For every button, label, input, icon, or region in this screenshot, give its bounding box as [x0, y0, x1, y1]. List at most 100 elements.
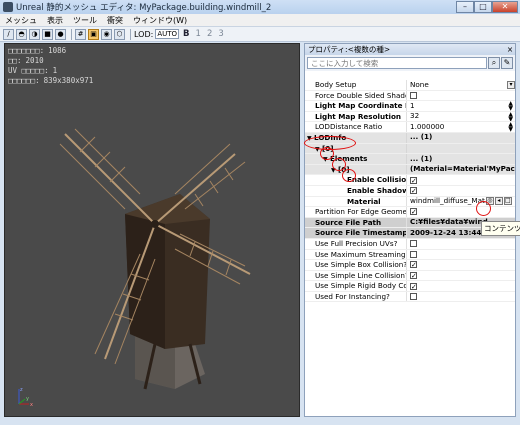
property-row[interactable]: LODDistance Ratio 1.000000 ▲ ▼ [305, 122, 515, 133]
checkbox-checked[interactable]: ✓ [410, 176, 417, 184]
checkbox-unchecked[interactable] [410, 250, 417, 258]
property-row[interactable]: Used For Instancing? [305, 291, 515, 303]
spinner-icon[interactable]: ▲ ▼ [508, 122, 513, 132]
wireframe-icon[interactable]: ∕ [3, 28, 14, 40]
panel-close-icon[interactable]: × [505, 44, 515, 55]
property-value[interactable] [407, 250, 515, 260]
property-value[interactable]: ... (1) [407, 154, 515, 164]
minimize-button[interactable]: – [456, 1, 474, 13]
close-button[interactable]: ✕ [492, 1, 518, 13]
menu-window[interactable]: ウィンドウ(W) [128, 15, 192, 26]
property-label: Body Setup [315, 80, 357, 89]
property-value[interactable]: 1 ▲ ▼ [407, 101, 515, 111]
axis-x-label: x [30, 402, 33, 408]
property-row[interactable]: Use Simple Line Collision? ✓ [305, 270, 515, 282]
mesh-viewport[interactable]: □□□□□□□: 1086 □□: 2010 UV □□□□□: 1 □□□□□□: 8… [4, 43, 300, 417]
unlit-icon[interactable]: ◓ [16, 28, 27, 40]
property-row[interactable]: Light Map Coordinate In 1 ▲ ▼ [305, 101, 515, 112]
property-value[interactable]: (Material=Material'MyPack [407, 165, 515, 175]
property-value[interactable]: ✓ [407, 281, 515, 291]
search-icon[interactable]: ⌕ [488, 57, 500, 69]
property-value[interactable]: ✓ [407, 207, 515, 217]
property-name: Use Simple Box Collision? [305, 260, 407, 270]
lit-icon[interactable]: ◑ [29, 28, 40, 40]
checkbox-checked[interactable]: ✓ [410, 208, 417, 216]
checkbox-checked[interactable]: ✓ [410, 261, 417, 269]
spinner-icon[interactable]: ▲ ▼ [508, 112, 513, 122]
property-row[interactable]: Use Simple Rigid Body Collisi ✓ [305, 281, 515, 292]
property-value[interactable]: 32 ▲ ▼ [407, 112, 515, 122]
property-value-text: windmill_diffuse_Mat [410, 196, 485, 206]
checkbox-checked[interactable]: ✓ [410, 282, 417, 290]
property-value[interactable]: ✓ [407, 175, 515, 185]
checkbox-checked[interactable]: ✓ [410, 271, 417, 279]
properties-header: プロパティ:<複数の種> × [305, 44, 515, 55]
lod-label: LOD: [134, 29, 154, 39]
property-name: Use Full Precision UVs? [305, 238, 407, 249]
property-value[interactable]: None ▾ [407, 80, 515, 90]
property-name: Use Maximum Streaming Te [305, 249, 407, 260]
property-label: Light Map Coordinate In [315, 101, 407, 111]
property-value[interactable]: ✓ [407, 271, 515, 281]
lod-2-button[interactable]: 2 [207, 29, 212, 39]
normals-icon[interactable]: ⬡ [114, 28, 125, 40]
property-value[interactable]: windmill_diffuse_Mat ◎ ◂ □ [407, 197, 515, 207]
menu-mesh[interactable]: メッシュ [0, 15, 42, 26]
property-label: Partition For Edge Geometr [315, 207, 407, 217]
search-input[interactable] [307, 57, 487, 69]
property-value[interactable] [407, 144, 515, 154]
property-label: Material [347, 196, 381, 206]
lod-base-button[interactable]: B [183, 29, 189, 39]
lod-1-button[interactable]: 1 [196, 29, 201, 39]
property-label: Use Full Precision UVs? [315, 238, 398, 248]
menu-tools[interactable]: ツール [68, 15, 102, 26]
property-name: Use Simple Line Collision? [305, 270, 407, 281]
property-value[interactable]: ... (1) [407, 133, 515, 143]
property-value[interactable]: ✓ [407, 260, 515, 270]
property-row[interactable]: Enable Collisio ✓ [305, 175, 515, 186]
menu-collision[interactable]: 衝突 [102, 15, 128, 26]
checkbox-checked[interactable]: ✓ [410, 187, 417, 195]
property-row[interactable]: Force Double Sided Shadow [305, 90, 515, 102]
property-name: LODDistance Ratio [305, 122, 407, 132]
axis-z-label: z [20, 387, 23, 393]
dropdown-icon[interactable]: ▾ [507, 80, 515, 89]
highlight-material-browse [476, 201, 491, 216]
maximize-button[interactable]: □ [474, 1, 492, 13]
axis-gizmo: z y x [18, 387, 33, 408]
lod-auto-button[interactable]: AUTO [155, 29, 180, 39]
checkbox-unchecked[interactable] [410, 240, 417, 248]
property-label: Source File Path [315, 217, 382, 227]
property-value[interactable] [407, 292, 515, 302]
lod-3-button[interactable]: 3 [218, 29, 223, 39]
property-value-text: ... (1) [410, 154, 433, 163]
property-value[interactable] [407, 91, 515, 101]
property-row[interactable]: Body Setup None ▾ [305, 80, 515, 91]
property-value[interactable] [407, 239, 515, 249]
use-selected-icon[interactable]: ◂ [494, 197, 503, 206]
title-bar: Unreal 静的メッシュ エディタ: MyPackage.building.w… [0, 0, 520, 14]
clear-icon[interactable]: ✎ [501, 57, 513, 69]
grid-icon[interactable]: # [75, 28, 86, 40]
bounds-icon[interactable]: ▣ [88, 28, 99, 40]
checkbox-unchecked[interactable] [410, 91, 417, 99]
property-row[interactable]: Use Maximum Streaming Te [305, 249, 515, 261]
textured-icon[interactable]: ■ [42, 28, 53, 40]
property-row[interactable]: Use Simple Box Collision? ✓ [305, 260, 515, 271]
property-value-text: ... (1) [410, 132, 433, 142]
eye-icon[interactable]: ◉ [101, 28, 112, 40]
collision-icon[interactable]: ● [55, 28, 66, 40]
property-value[interactable]: 1.000000 ▲ ▼ [407, 122, 515, 132]
property-row[interactable]: Use Full Precision UVs? [305, 238, 515, 250]
menu-bar: メッシュ 表示 ツール 衝突 ウィンドウ(W) [0, 14, 520, 27]
clear-value-icon[interactable]: □ [503, 197, 512, 206]
property-value-text: None [410, 80, 429, 89]
property-row[interactable]: Light Map Resolution 32 ▲ ▼ [305, 111, 515, 123]
checkbox-unchecked[interactable] [410, 293, 417, 301]
property-row[interactable]: Enable Shadow ✓ [305, 185, 515, 197]
property-value[interactable]: ✓ [407, 186, 515, 196]
windmill-model [59, 128, 251, 390]
menu-view[interactable]: 表示 [42, 15, 68, 26]
spinner-icon[interactable]: ▲ ▼ [508, 101, 513, 111]
property-name: Enable Shadow [305, 185, 407, 196]
